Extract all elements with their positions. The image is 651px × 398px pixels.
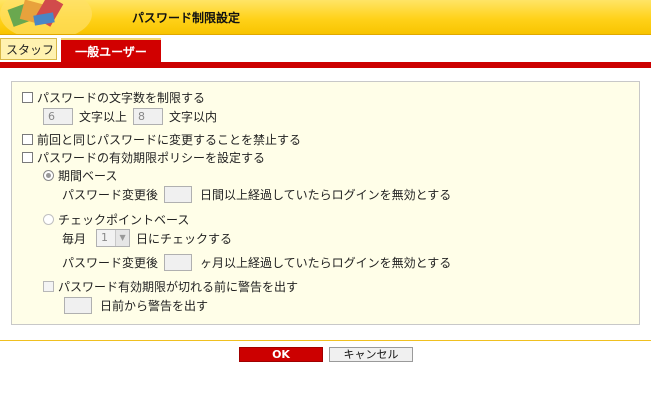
length-range-row: 6 文字以上 8 文字以内	[43, 107, 217, 125]
tab-general-user[interactable]: 一般ユーザー	[61, 38, 161, 62]
expiry-policy-row: パスワードの有効期限ポリシーを設定する	[22, 148, 265, 166]
warning-label: パスワード有効期限が切れる前に警告を出す	[58, 279, 299, 294]
checkpoint-based-label: チェックポイントベース	[58, 212, 190, 227]
title-bar: パスワード制限設定	[0, 0, 651, 35]
app-logo-icon	[0, 0, 92, 34]
checkpoint-based-radio[interactable]	[43, 213, 54, 225]
length-limit-label: パスワードの文字数を制限する	[37, 90, 206, 105]
warning-row: パスワード有効期限が切れる前に警告を出す	[43, 277, 298, 295]
checkpoint-day-value: 1	[101, 231, 109, 244]
checkpoint-day-row: 毎月 1 ▼ 日にチェックする	[62, 229, 232, 247]
cancel-button[interactable]: キャンセル	[329, 347, 413, 362]
no-reuse-checkbox[interactable]	[22, 133, 33, 145]
checkpoint-prefix: パスワード変更後	[62, 255, 159, 270]
length-limit-checkbox[interactable]	[22, 91, 33, 103]
window-title: パスワード制限設定	[132, 11, 241, 25]
period-based-label: 期間ベース	[58, 168, 118, 183]
max-length-suffix: 文字以内	[169, 109, 218, 124]
ok-button[interactable]: OK	[239, 347, 323, 362]
period-prefix: パスワード変更後	[62, 187, 159, 202]
period-based-radio[interactable]	[43, 169, 54, 181]
max-length-field[interactable]: 8	[133, 107, 164, 125]
expiry-policy-checkbox[interactable]	[22, 151, 33, 163]
expiry-policy-label: パスワードの有効期限ポリシーを設定する	[37, 150, 266, 165]
footer-divider	[0, 340, 651, 341]
checkpoint-day-select[interactable]: 1 ▼	[96, 229, 131, 247]
warning-days-row: 日前から警告を出す	[64, 296, 208, 314]
min-length-field[interactable]: 6	[43, 107, 73, 125]
length-limit-row: パスワードの文字数を制限する	[22, 88, 205, 106]
period-suffix: 日間以上経過していたらログインを無効とする	[200, 187, 452, 202]
min-length-suffix: 文字以上	[79, 109, 128, 124]
monthly-prefix: 毎月	[62, 231, 87, 246]
checkpoint-based-row: チェックポイントベース	[43, 210, 189, 228]
period-based-row: 期間ベース	[43, 166, 117, 184]
checkpoint-day-suffix: 日にチェックする	[136, 231, 233, 246]
no-reuse-row: 前回と同じパスワードに変更することを禁止する	[22, 130, 301, 148]
checkpoint-months-field[interactable]	[164, 253, 193, 271]
checkpoint-suffix: ヶ月以上経過していたらログインを無効とする	[200, 255, 452, 270]
settings-panel: パスワードの文字数を制限する 6 文字以上 8 文字以内 前回と同じパスワードに…	[11, 81, 640, 325]
chevron-down-icon[interactable]: ▼	[115, 230, 130, 246]
warning-days-field[interactable]	[64, 296, 92, 314]
checkpoint-months-row: パスワード変更後 ヶ月以上経過していたらログインを無効とする	[62, 253, 451, 271]
warning-checkbox[interactable]	[43, 280, 54, 292]
no-reuse-label: 前回と同じパスワードに変更することを禁止する	[37, 132, 302, 147]
period-days-field[interactable]	[164, 185, 193, 203]
period-days-row: パスワード変更後 日間以上経過していたらログインを無効とする	[62, 185, 451, 203]
tab-staff[interactable]: スタッフ	[0, 38, 57, 60]
warning-suffix: 日前から警告を出す	[100, 298, 209, 313]
tab-underline	[0, 62, 651, 68]
